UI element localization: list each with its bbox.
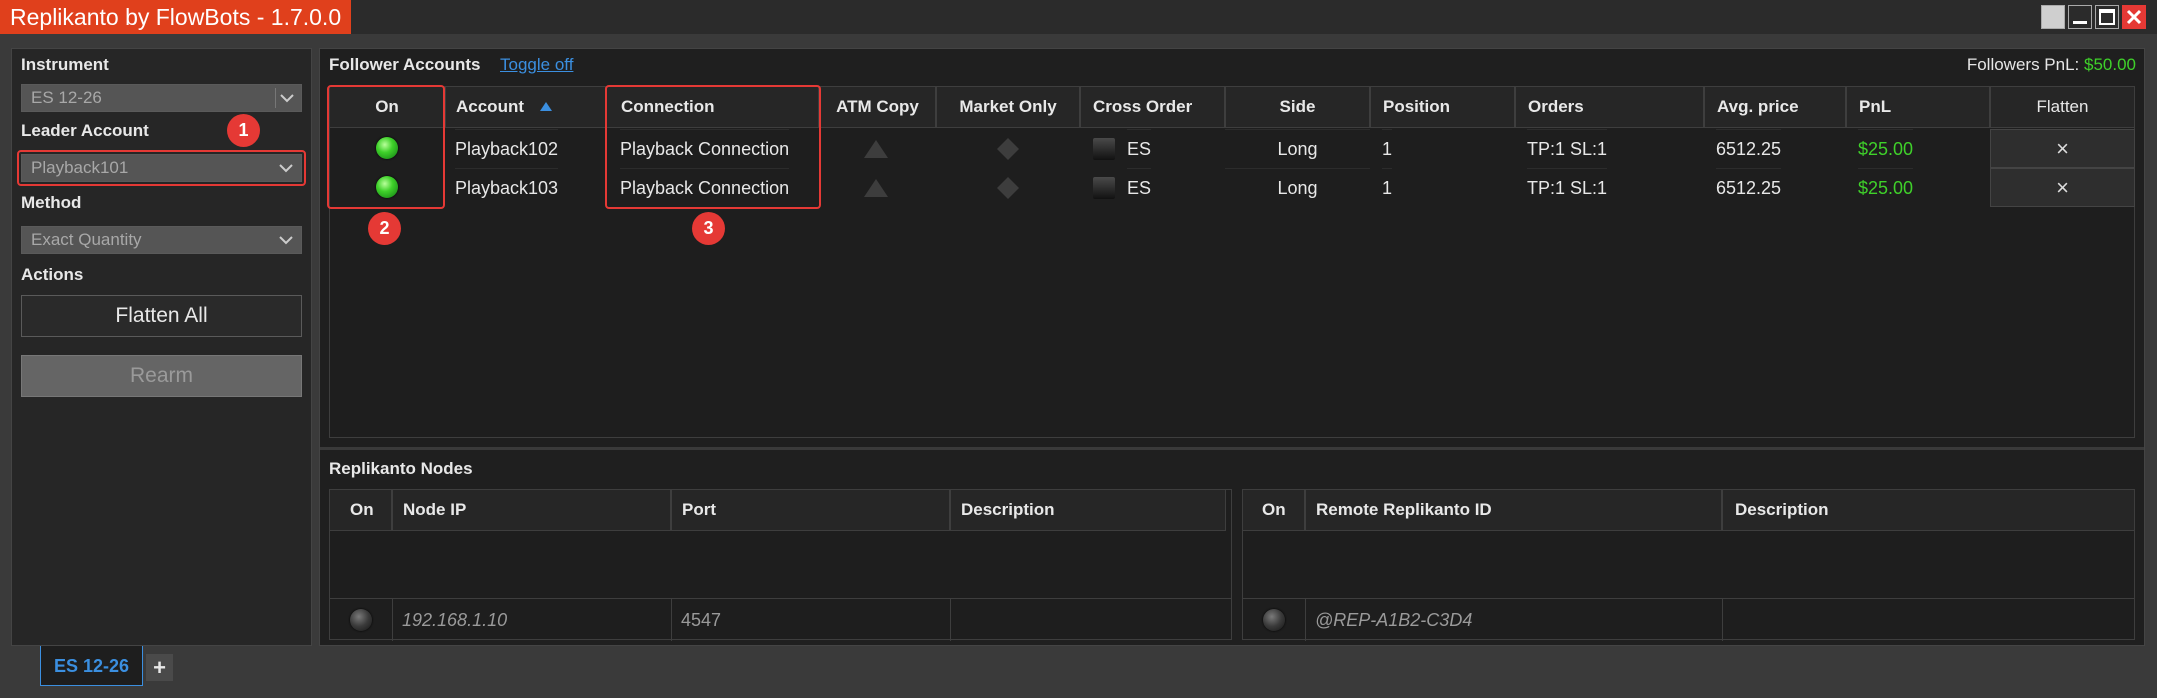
highlight-box-2: [327, 85, 445, 209]
replikanto-nodes-title: Replikanto Nodes: [329, 459, 473, 478]
node-ip-input[interactable]: 192.168.1.10: [402, 599, 507, 641]
follower-accounts-title: Follower Accounts: [329, 55, 481, 74]
col-atm-copy[interactable]: ATM Copy: [819, 86, 936, 128]
rearm-button[interactable]: Rearm: [21, 355, 302, 397]
market-only-diamond-icon[interactable]: [996, 137, 1020, 161]
col-position[interactable]: Position: [1370, 86, 1515, 128]
followers-pnl-label: Followers PnL:: [1966, 55, 2080, 74]
cross-order-checkbox[interactable]: [1093, 177, 1115, 199]
remote-status-led[interactable]: [1263, 609, 1285, 631]
followers-pnl-value: $50.00: [2084, 55, 2136, 74]
side-cell: Long: [1225, 129, 1370, 168]
col-market-only[interactable]: Market Only: [936, 86, 1080, 128]
nodes-col-description[interactable]: Description: [950, 489, 1226, 531]
tab-es-12-26[interactable]: ES 12-26: [40, 646, 143, 686]
side-cell: Long: [1225, 168, 1370, 207]
avg-price-cell: 6512.25: [1716, 129, 1782, 168]
node-port-input[interactable]: 4547: [681, 599, 721, 641]
minimize-button[interactable]: [2068, 5, 2092, 29]
node-input-row[interactable]: 192.168.1.10 4547: [329, 598, 1232, 641]
column-divider: [671, 599, 672, 641]
column-divider: [392, 599, 393, 641]
remote-id-input[interactable]: @REP-A1B2-C3D4: [1315, 599, 1472, 641]
cross-order-cell: ES: [1127, 129, 1152, 168]
close-button[interactable]: [2122, 5, 2146, 29]
instrument-label: Instrument: [21, 55, 109, 74]
flatten-row-button[interactable]: ×: [1990, 129, 2135, 168]
highlight-box-3: [605, 85, 821, 209]
add-tab-button[interactable]: +: [146, 654, 173, 681]
nodes-col-on[interactable]: On: [329, 489, 392, 531]
app-title: Replikanto by FlowBots - 1.7.0.0: [0, 0, 352, 34]
account-cell: Playback102: [455, 129, 559, 168]
col-side[interactable]: Side: [1225, 86, 1370, 128]
remote-description-input[interactable]: [1734, 599, 2124, 641]
column-divider: [950, 599, 951, 641]
position-cell: 1: [1382, 129, 1393, 168]
orders-cell: TP:1 SL:1: [1527, 168, 1608, 207]
col-cross-order[interactable]: Cross Order: [1080, 86, 1225, 128]
table-row[interactable]: Playback102 Playback Connection ES Long …: [329, 129, 2135, 168]
annotation-badge-1: 1: [227, 114, 260, 147]
col-orders[interactable]: Orders: [1515, 86, 1704, 128]
position-cell: 1: [1382, 168, 1393, 207]
remote-col-id[interactable]: Remote Replikanto ID: [1305, 489, 1722, 531]
pnl-cell: $25.00: [1858, 168, 1914, 207]
avg-price-cell: 6512.25: [1716, 168, 1782, 207]
node-description-input[interactable]: [960, 599, 1220, 641]
panel-splitter[interactable]: [320, 447, 2144, 450]
method-label: Method: [21, 193, 82, 212]
col-avg-price[interactable]: Avg. price: [1704, 86, 1846, 128]
pnl-cell: $25.00: [1858, 129, 1914, 168]
annotation-badge-2: 2: [368, 212, 401, 245]
highlight-box-1: [17, 150, 306, 186]
followers-pnl: Followers PnL: $50.00: [1967, 55, 2136, 75]
orders-cell: TP:1 SL:1: [1527, 129, 1608, 168]
remote-input-row[interactable]: @REP-A1B2-C3D4: [1242, 598, 2135, 641]
method-select[interactable]: Exact Quantity: [21, 226, 302, 254]
column-divider: [1305, 599, 1306, 641]
nodes-col-node-ip[interactable]: Node IP: [392, 489, 671, 531]
col-pnl[interactable]: PnL: [1846, 86, 1990, 128]
atm-copy-triangle-icon[interactable]: [863, 177, 889, 199]
flatten-all-button[interactable]: Flatten All: [21, 295, 302, 337]
leader-account-label: Leader Account: [21, 121, 149, 140]
column-divider: [1722, 599, 1723, 641]
cross-order-cell: ES: [1127, 168, 1152, 207]
nodes-col-port[interactable]: Port: [671, 489, 950, 531]
table-row[interactable]: Playback103 Playback Connection ES Long …: [329, 168, 2135, 207]
remote-col-description[interactable]: Description: [1722, 489, 2135, 531]
col-account-label: Account: [456, 97, 524, 116]
annotation-badge-3: 3: [692, 212, 725, 245]
chevron-down-icon: [275, 88, 297, 108]
restore-button[interactable]: [2041, 5, 2065, 29]
toggle-off-link[interactable]: Toggle off: [500, 55, 573, 75]
market-only-diamond-icon[interactable]: [996, 176, 1020, 200]
col-account[interactable]: Account: [445, 86, 606, 128]
actions-label: Actions: [21, 265, 84, 284]
maximize-button[interactable]: [2095, 5, 2119, 29]
node-status-led[interactable]: [350, 609, 372, 631]
account-cell: Playback103: [455, 168, 559, 207]
close-icon: [2126, 9, 2142, 25]
col-flatten[interactable]: Flatten: [1990, 86, 2135, 128]
instrument-select[interactable]: ES 12-26: [21, 84, 302, 112]
instrument-value: ES 12-26: [31, 88, 102, 107]
minimize-icon: [2073, 21, 2087, 24]
atm-copy-triangle-icon[interactable]: [863, 138, 889, 160]
method-value: Exact Quantity: [31, 230, 142, 249]
cross-order-checkbox[interactable]: [1093, 138, 1115, 160]
flatten-row-button[interactable]: ×: [1990, 168, 2135, 207]
maximize-icon: [2099, 9, 2115, 25]
remote-col-on[interactable]: On: [1242, 489, 1305, 531]
chevron-down-icon: [275, 230, 297, 250]
sort-ascending-icon: [539, 102, 552, 111]
